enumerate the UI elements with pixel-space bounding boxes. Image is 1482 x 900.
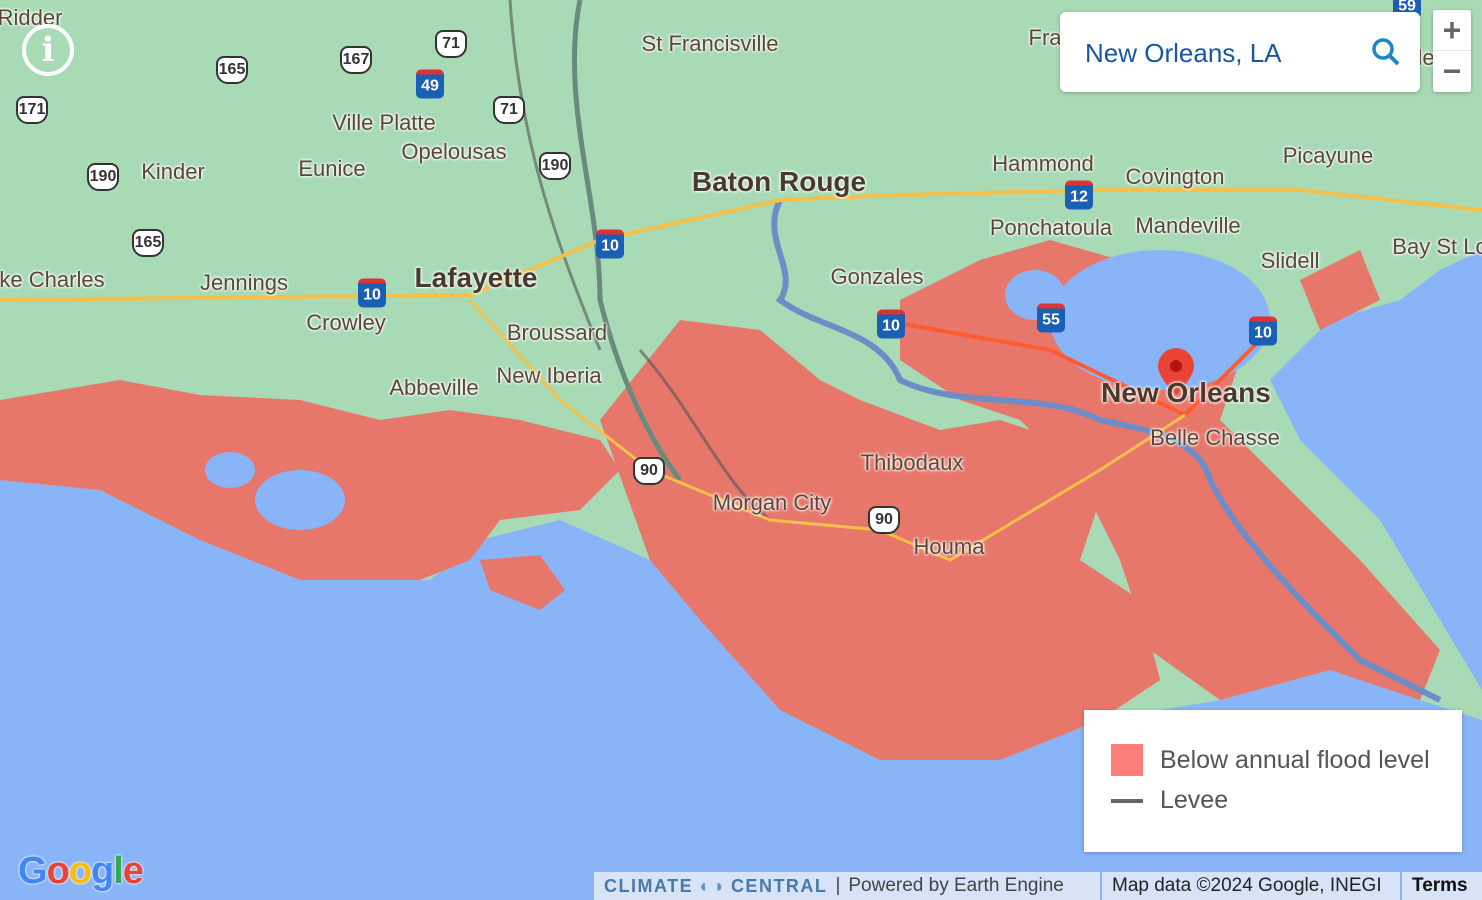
city-label: Eunice — [298, 156, 366, 181]
city-label: Morgan City — [712, 490, 832, 515]
city-label: Kinder — [141, 159, 205, 184]
city-label: Abbeville — [389, 375, 479, 400]
city-label: Hammond — [992, 151, 1094, 176]
zoom-out-button[interactable]: − — [1433, 51, 1471, 91]
interstate-shield: 49 — [416, 69, 444, 99]
lake — [205, 452, 255, 488]
city-label: New Iberia — [496, 363, 602, 388]
legend: Below annual flood level Levee — [1084, 710, 1462, 852]
legend-item-flood: Below annual flood level — [1111, 744, 1430, 776]
climate-central-logo: CLIMATE ◐◑ CENTRAL — [604, 875, 828, 896]
search-input[interactable]: New Orleans, LA — [1085, 38, 1282, 69]
us-highway-shield: 167 — [340, 46, 372, 74]
city-label: Jennings — [199, 270, 289, 295]
city-label: New Orleans — [1101, 377, 1271, 408]
interstate-shield: 55 — [1037, 303, 1065, 333]
us-highway-shield: 71 — [435, 30, 467, 58]
map-data-attribution: Map data ©2024 Google, INEGI — [1102, 872, 1400, 900]
attribution-climate-central[interactable]: CLIMATE ◐◑ CENTRAL | Powered by Earth En… — [594, 872, 1100, 900]
us-highway-shield: 171 — [16, 96, 48, 124]
city-label: Lafayette — [414, 262, 538, 293]
us-highway-shield: 190 — [539, 152, 571, 180]
city-label: Ville Platte — [332, 110, 436, 135]
legend-item-levee: Levee — [1111, 786, 1228, 815]
zoom-control: + − — [1433, 10, 1471, 92]
separator: | — [835, 875, 841, 896]
city-label: Crowley — [306, 310, 386, 335]
search-icon[interactable] — [1370, 36, 1402, 68]
terms-link[interactable]: Terms — [1402, 872, 1482, 900]
city-label: St Francisville — [641, 31, 779, 56]
city-label: Ponchatoula — [989, 215, 1113, 240]
us-highway-shield: 165 — [216, 56, 248, 84]
powered-by-text: Powered by Earth Engine — [848, 875, 1064, 896]
us-highway-shield: 90 — [868, 506, 900, 534]
city-label: Mandeville — [1135, 213, 1241, 238]
zoom-in-button[interactable]: + — [1433, 10, 1471, 51]
city-label: le — [1417, 45, 1435, 70]
city-label: ke Charles — [0, 267, 105, 292]
flood-swatch — [1111, 744, 1143, 776]
city-label: Baton Rouge — [691, 166, 867, 197]
city-label: Thibodaux — [860, 450, 964, 475]
city-label: Belle Chasse — [1150, 425, 1280, 450]
logo-rings-icon: ◐◑ — [699, 875, 725, 896]
city-label: Slidell — [1260, 248, 1320, 273]
city-label: Fra — [1028, 25, 1062, 50]
lake — [255, 470, 345, 530]
city-label: Covington — [1125, 164, 1225, 189]
legend-label: Below annual flood level — [1160, 745, 1430, 774]
interstate-shield: 10 — [358, 278, 386, 308]
search-box[interactable]: New Orleans, LA — [1060, 12, 1420, 92]
us-highway-shield: 165 — [132, 229, 164, 257]
levee-swatch — [1111, 798, 1143, 803]
us-highway-shield: 190 — [87, 163, 119, 191]
us-highway-shield: 90 — [633, 457, 665, 485]
interstate-shield: 10 — [596, 229, 624, 259]
interstate-shield: 10 — [877, 309, 905, 339]
city-label: Opelousas — [401, 139, 507, 164]
legend-label: Levee — [1160, 786, 1229, 814]
city-label: Broussard — [506, 320, 608, 345]
info-button[interactable]: i — [22, 24, 74, 76]
city-label: Picayune — [1282, 143, 1374, 168]
interstate-shield: 10 — [1249, 316, 1277, 346]
us-highway-shield: 71 — [493, 96, 525, 124]
city-label: Bay St Lo — [1392, 234, 1482, 259]
google-logo: Google — [18, 850, 144, 892]
interstate-shield: 12 — [1065, 180, 1093, 210]
city-label: Houma — [913, 534, 985, 559]
city-label: Gonzales — [830, 264, 924, 289]
